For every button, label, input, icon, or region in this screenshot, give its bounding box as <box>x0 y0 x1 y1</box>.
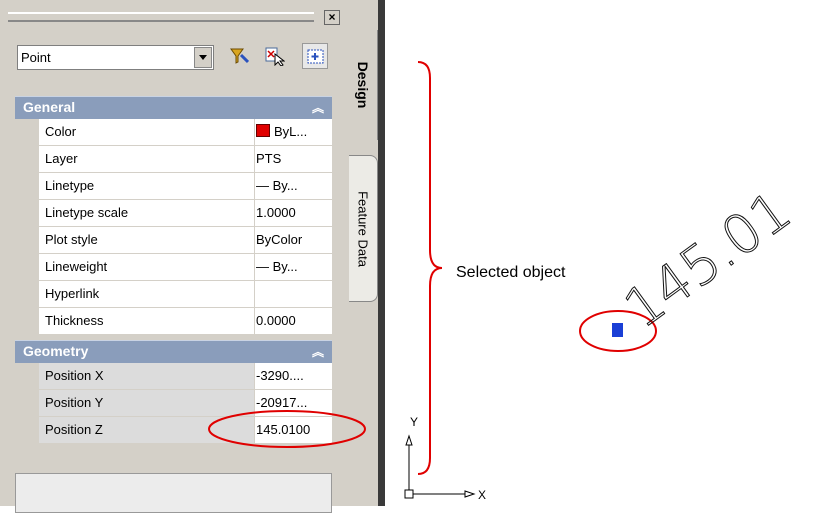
highlight-ellipse <box>208 410 366 448</box>
selected-point-grip[interactable] <box>612 323 623 337</box>
elevation-label[interactable]: 145.01 <box>612 178 803 341</box>
ucs-icon <box>404 434 476 499</box>
annotation-overlay: 145.01 Y X <box>208 61 803 502</box>
ucs-x-label: X <box>478 488 486 502</box>
brace-annotation <box>417 61 443 475</box>
ucs-y-label: Y <box>410 415 418 429</box>
selected-object-label: Selected object <box>456 264 566 281</box>
